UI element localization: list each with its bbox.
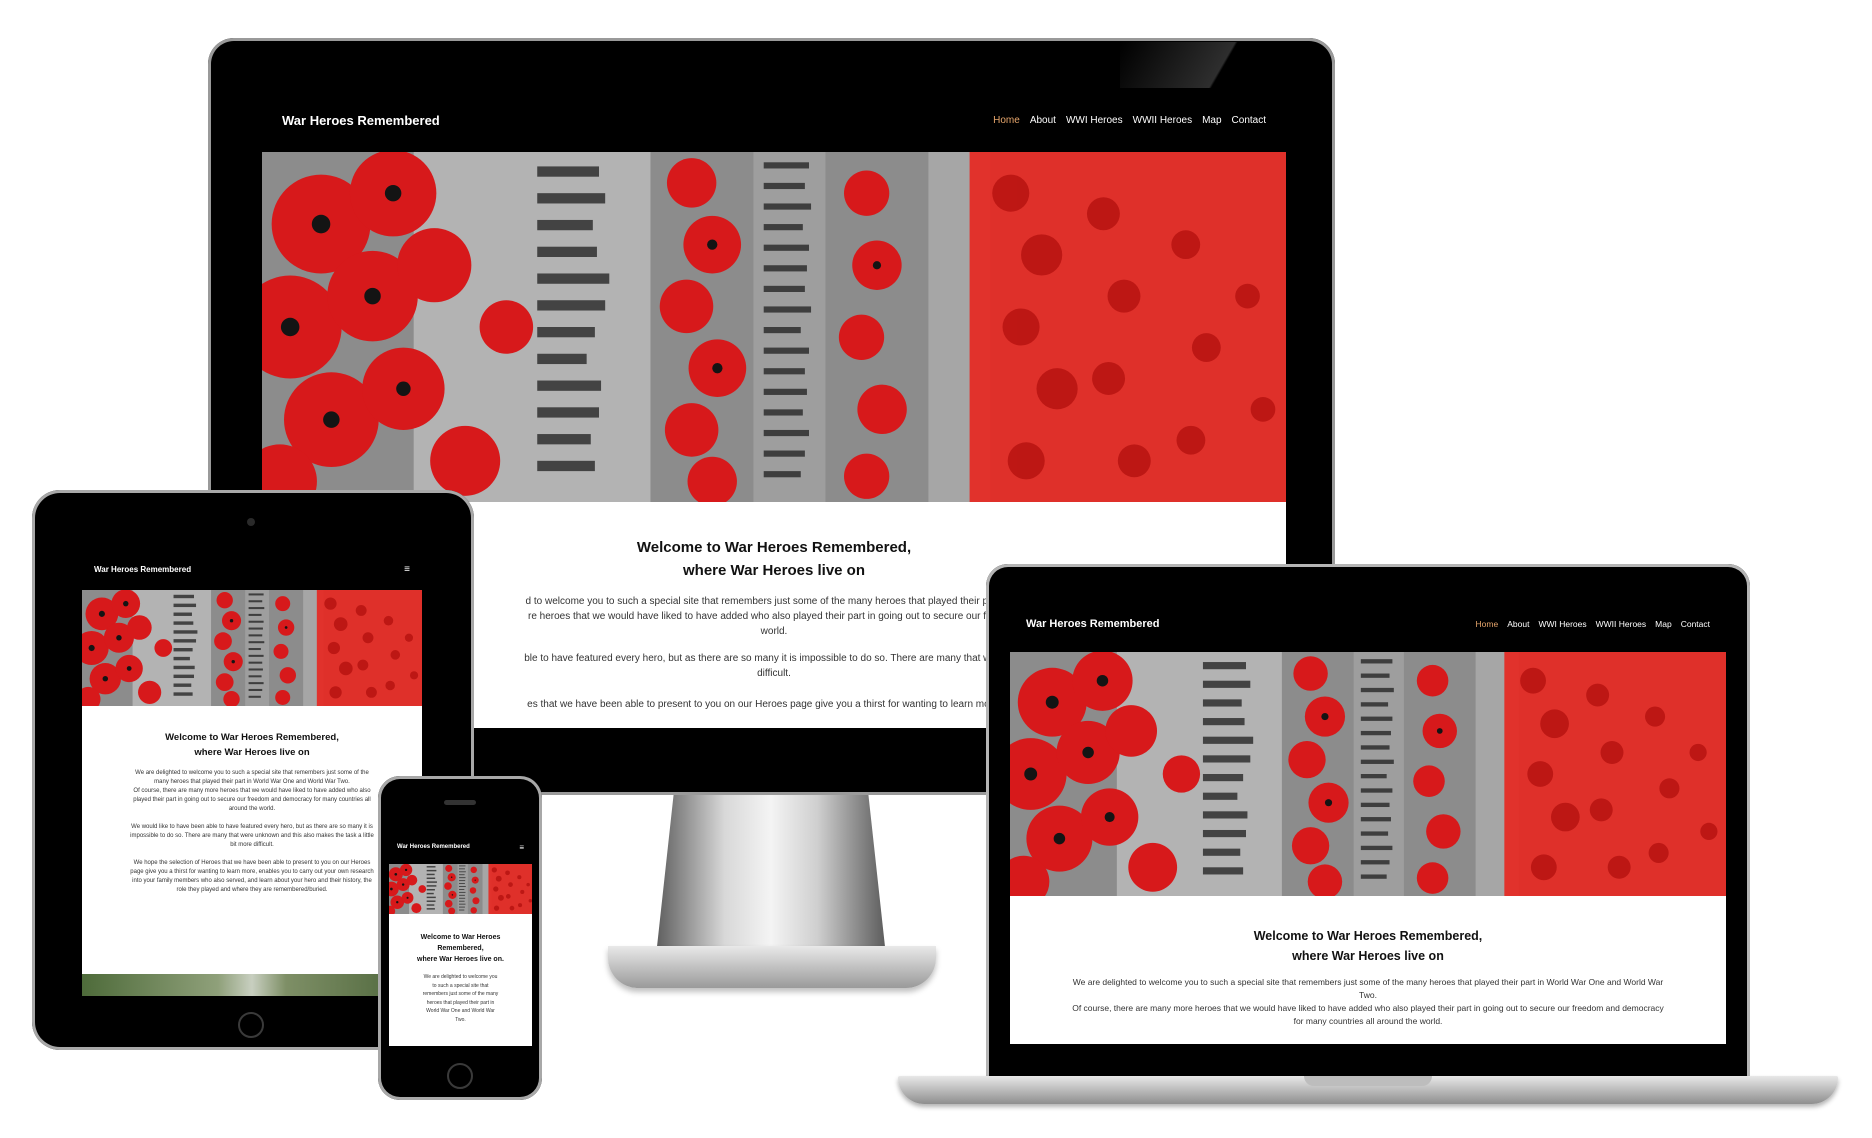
welcome-line-2: where War Heroes live on (194, 747, 310, 758)
nav-wwi-heroes[interactable]: WWI Heroes (1538, 619, 1586, 629)
paragraph-1: We are delighted to welcome you to such … (422, 974, 499, 1023)
phone-speaker (444, 800, 476, 805)
navbar: War Heroes Remembered Home About WWI Her… (1010, 596, 1726, 652)
welcome-text: We are delighted to welcome you to such … (409, 973, 512, 1024)
navbar: War Heroes Remembered Home About WWI Her… (262, 88, 1286, 152)
nav-home[interactable]: Home (1476, 619, 1499, 629)
nav-contact[interactable]: Contact (1681, 619, 1710, 629)
welcome-line-2: where War Heroes live on. (417, 956, 504, 963)
hamburger-menu-icon[interactable]: ≡ (404, 564, 410, 575)
welcome-section: Welcome to War Heroes Remembered, where … (82, 706, 422, 996)
paragraph-3: We would like to have been able to have … (130, 824, 374, 848)
welcome-line-2: where War Heroes live on (682, 562, 865, 579)
nav-map[interactable]: Map (1202, 115, 1221, 126)
welcome-heading: Welcome to War Heroes Remembered, where … (409, 932, 512, 965)
monitor-stand-neck (655, 795, 887, 965)
welcome-line-1b: Remembered, (437, 945, 484, 952)
hero-image (262, 152, 1286, 502)
welcome-heading: Welcome to War Heroes Remembered, where … (1070, 926, 1666, 966)
welcome-line-1: Welcome to War Heroes Remembered, (1253, 929, 1483, 943)
nav-wwii-heroes[interactable]: WWII Heroes (1596, 619, 1647, 629)
welcome-section: Welcome to War Heroes Remembered, where … (389, 914, 532, 1046)
nav-map[interactable]: Map (1655, 619, 1672, 629)
welcome-line-2: where War Heroes live on (1292, 949, 1444, 963)
paragraph-1: We are delighted to welcome you to such … (135, 770, 369, 785)
paragraph-2: Of course, there are many more heroes th… (1072, 1003, 1664, 1026)
poppy-wall-image (262, 152, 1286, 502)
welcome-line-1: Welcome to War Heroes (420, 934, 501, 941)
poppy-wall-image (1010, 652, 1726, 896)
phone-home-button[interactable] (447, 1063, 473, 1089)
nav-menu: Home About WWI Heroes WWII Heroes Map Co… (993, 115, 1266, 126)
nav-about[interactable]: About (1030, 115, 1056, 126)
tablet-home-button[interactable] (238, 1012, 264, 1038)
paragraph-2: Of course, there are many more heroes th… (133, 788, 371, 812)
hamburger-menu-icon[interactable]: ≡ (519, 843, 524, 852)
welcome-text: We are delighted to welcome you to such … (128, 769, 376, 895)
cemetery-image-strip (82, 974, 422, 996)
nav-contact[interactable]: Contact (1232, 115, 1266, 126)
hero-image (1010, 652, 1726, 896)
welcome-section: Welcome to War Heroes Remembered, where … (1010, 896, 1726, 1044)
phone-screen: War Heroes Remembered ≡ Welcome to War H… (389, 830, 532, 1046)
laptop-screen: War Heroes Remembered Home About WWI Her… (1010, 596, 1726, 1044)
welcome-line-1: Welcome to War Heroes Remembered, (636, 539, 912, 556)
paragraph-1: We are delighted to welcome you to such … (1072, 977, 1664, 1000)
navbar: War Heroes Remembered ≡ (389, 830, 532, 864)
hero-image (389, 864, 532, 914)
welcome-heading: Welcome to War Heroes Remembered, where … (128, 730, 376, 760)
monitor-stand-foot (608, 946, 936, 988)
navbar: War Heroes Remembered ≡ (82, 548, 422, 590)
brand-link[interactable]: War Heroes Remembered (1026, 618, 1159, 630)
brand-link[interactable]: War Heroes Remembered (397, 844, 470, 850)
laptop-hinge-notch (1304, 1076, 1432, 1086)
nav-home[interactable]: Home (993, 115, 1020, 126)
poppy-wall-image (82, 590, 422, 706)
paragraph-4: We hope the selection of Heroes that we … (130, 860, 374, 893)
brand-link[interactable]: War Heroes Remembered (94, 565, 191, 574)
nav-menu: Home About WWI Heroes WWII Heroes Map Co… (1476, 619, 1710, 629)
nav-about[interactable]: About (1507, 619, 1529, 629)
tablet-screen: War Heroes Remembered ≡ Welcome to War H… (82, 548, 422, 996)
brand-link[interactable]: War Heroes Remembered (282, 113, 440, 128)
welcome-line-1: Welcome to War Heroes Remembered, (165, 732, 339, 743)
nav-wwi-heroes[interactable]: WWI Heroes (1066, 115, 1123, 126)
tablet-camera (247, 518, 255, 526)
welcome-text: We are delighted to welcome you to such … (1070, 976, 1666, 1028)
nav-wwii-heroes[interactable]: WWII Heroes (1133, 115, 1192, 126)
hero-image (82, 590, 422, 706)
poppy-wall-image (389, 864, 532, 914)
